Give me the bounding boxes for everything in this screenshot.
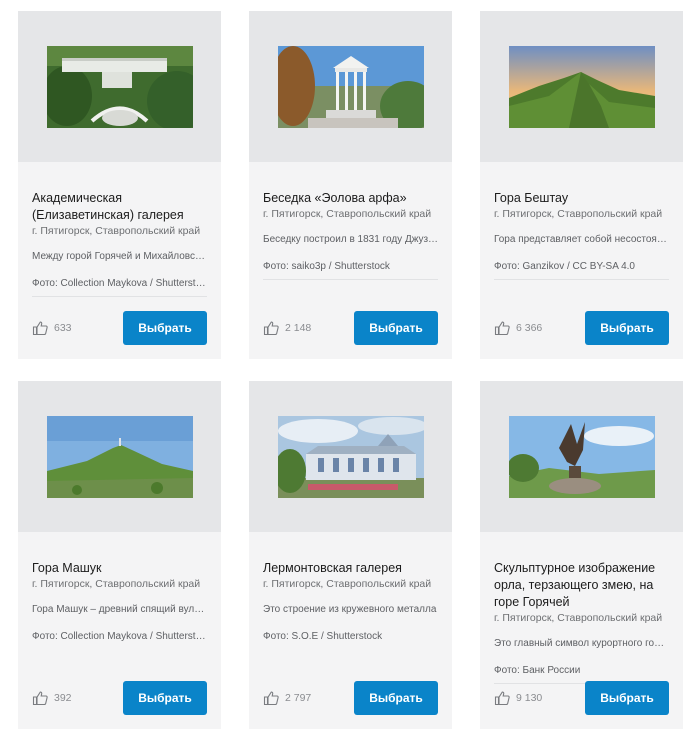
card-photo-credit: Фото: S.O.E / Shutterstock [263,631,383,642]
card-footer: 2 797 Выбрать [263,681,438,715]
like-button[interactable]: 6 366 [494,320,542,336]
card-photo-credit: Фото: Collection Maykova / Shutterstock [32,631,207,642]
card-title: Гора Машук [32,561,102,575]
like-count: 9 130 [516,692,543,704]
place-card: Скульптурное изображение орла, терзающег… [480,381,683,729]
card-description: Между горой Горячей и Михайловской [32,251,207,262]
card-description: Это главный символ курортного города [494,638,669,649]
card-footer: 6 366 Выбрать [494,311,669,345]
select-button[interactable]: Выбрать [123,681,207,715]
place-card: Академическая (Елизаветинская) галерея г… [18,11,221,359]
like-count: 6 366 [516,322,543,334]
card-divider [263,279,438,280]
like-button[interactable]: 392 [32,690,72,706]
like-button[interactable]: 633 [32,320,72,336]
card-location: г. Пятигорск, Ставропольский край [263,578,432,590]
places-grid: Академическая (Елизаветинская) галерея г… [0,0,700,754]
card-title: Гора Бештау [494,191,569,205]
thumbs-up-icon [32,321,48,336]
card-title: Лермонтовская галерея [263,561,402,575]
card-location: г. Пятигорск, Ставропольский край [263,208,432,220]
card-divider [494,279,669,280]
like-count: 2 797 [285,692,312,704]
card-title: Академическая (Елизаветинская) галерея [32,191,184,222]
card-location: г. Пятигорск, Ставропольский край [494,612,663,624]
thumbs-up-icon [32,691,48,706]
like-button[interactable]: 9 130 [494,690,542,706]
thumbs-up-icon [263,321,279,336]
card-description: Гора представляет собой несостоявшийся [494,234,669,245]
card-thumbnail [18,381,221,532]
card-photo-credit: Фото: Банк России [494,665,581,676]
card-title: Скульптурное изображение орла, терзающег… [494,561,656,609]
place-card: Лермонтовская галерея г. Пятигорск, Став… [249,381,452,729]
card-description: Беседку построил в 1831 году Джузеппе [263,234,438,245]
card-divider [32,296,207,297]
card-description: Гора Машук – древний спящий вулкан [32,604,207,615]
thumbs-up-icon [494,321,510,336]
like-button[interactable]: 2 797 [263,690,311,706]
lermontov-gallery-photo[interactable] [277,415,424,498]
card-location: г. Пятигорск, Ставропольский край [32,578,201,590]
select-button[interactable]: Выбрать [123,311,207,345]
card-thumbnail [480,11,683,162]
eagle-sculpture-photo[interactable] [508,415,655,498]
select-button[interactable]: Выбрать [585,681,669,715]
thumbs-up-icon [263,691,279,706]
gazebo-photo[interactable] [277,45,424,128]
card-footer: 2 148 Выбрать [263,311,438,345]
card-location: г. Пятигорск, Ставропольский край [32,225,201,237]
place-card: Гора Машук г. Пятигорск, Ставропольский … [18,381,221,729]
like-count: 633 [54,322,72,334]
card-footer: 392 Выбрать [32,681,207,715]
like-count: 392 [54,692,72,704]
like-count: 2 148 [285,322,312,334]
card-thumbnail [249,11,452,162]
like-button[interactable]: 2 148 [263,320,311,336]
card-thumbnail [480,381,683,532]
card-photo-credit: Фото: Ganzikov / CC BY-SA 4.0 [494,261,635,272]
thumbs-up-icon [494,691,510,706]
card-photo-credit: Фото: Collection Maykova / Shutterstock [32,278,207,289]
card-thumbnail [249,381,452,532]
mashuk-photo[interactable] [46,415,193,498]
card-title: Беседка «Эолова арфа» [263,191,407,205]
gallery-photo[interactable] [46,45,193,128]
card-footer: 633 Выбрать [32,311,207,345]
place-card: Гора Бештау г. Пятигорск, Ставропольский… [480,11,683,359]
place-card: Беседка «Эолова арфа» г. Пятигорск, Став… [249,11,452,359]
select-button[interactable]: Выбрать [354,311,438,345]
card-thumbnail [18,11,221,162]
select-button[interactable]: Выбрать [354,681,438,715]
card-photo-credit: Фото: saiko3p / Shutterstock [263,261,390,272]
card-footer: 9 130 Выбрать [494,681,669,715]
card-description: Это строение из кружевного металла [263,604,437,615]
beshtau-photo[interactable] [508,45,655,128]
select-button[interactable]: Выбрать [585,311,669,345]
card-location: г. Пятигорск, Ставропольский край [494,208,663,220]
